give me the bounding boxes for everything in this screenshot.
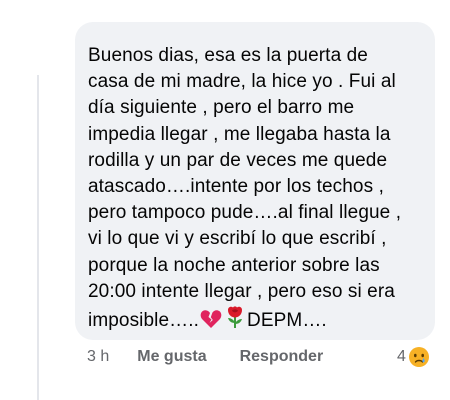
- comment-text: Buenos dias, esa es la puerta de casa de…: [88, 43, 423, 334]
- comment-line: rodilla y un par de veces me quede: [88, 149, 388, 171]
- comment-line: día siguiente , pero el barro me: [88, 97, 355, 119]
- comment-actions: 3 h Me gusta Responder: [87, 348, 323, 366]
- like-button[interactable]: Me gusta: [137, 348, 206, 366]
- reply-button[interactable]: Responder: [240, 348, 324, 366]
- comment-bubble: Buenos dias, esa es la puerta de casa de…: [75, 22, 435, 340]
- thread-line: [37, 75, 39, 400]
- comment-last-line-start: imposible…..: [88, 310, 200, 332]
- comment-line: Buenos dias, esa es la puerta de: [88, 45, 368, 66]
- comment-line: 20:00 intente llegar , pero eso si era: [88, 280, 395, 302]
- comment-last-line: imposible….. DEPM….: [88, 305, 423, 334]
- comment-last-line-end: DEPM….: [247, 310, 327, 332]
- comment-line: atascado….intente por los techos ,: [88, 176, 384, 198]
- comment-line: pero tampoco pude….al final llegue ,: [88, 202, 402, 224]
- comment-line: impedia llegar , me llegaba hasta la: [88, 123, 391, 145]
- rose-icon: [228, 306, 243, 329]
- comment-timestamp[interactable]: 3 h: [87, 348, 109, 366]
- reaction-summary[interactable]: 4: [397, 346, 430, 368]
- broken-heart-icon: [200, 310, 222, 329]
- reaction-count: 4: [397, 348, 406, 365]
- comment-line: porque la noche anterior sobre las: [88, 254, 380, 276]
- comment-line: casa de mi madre, la hice yo . Fui al: [88, 71, 396, 93]
- sad-crying-face-icon: [408, 347, 429, 367]
- comment-line: vi lo que vi y escribí lo que escribí ,: [88, 228, 387, 250]
